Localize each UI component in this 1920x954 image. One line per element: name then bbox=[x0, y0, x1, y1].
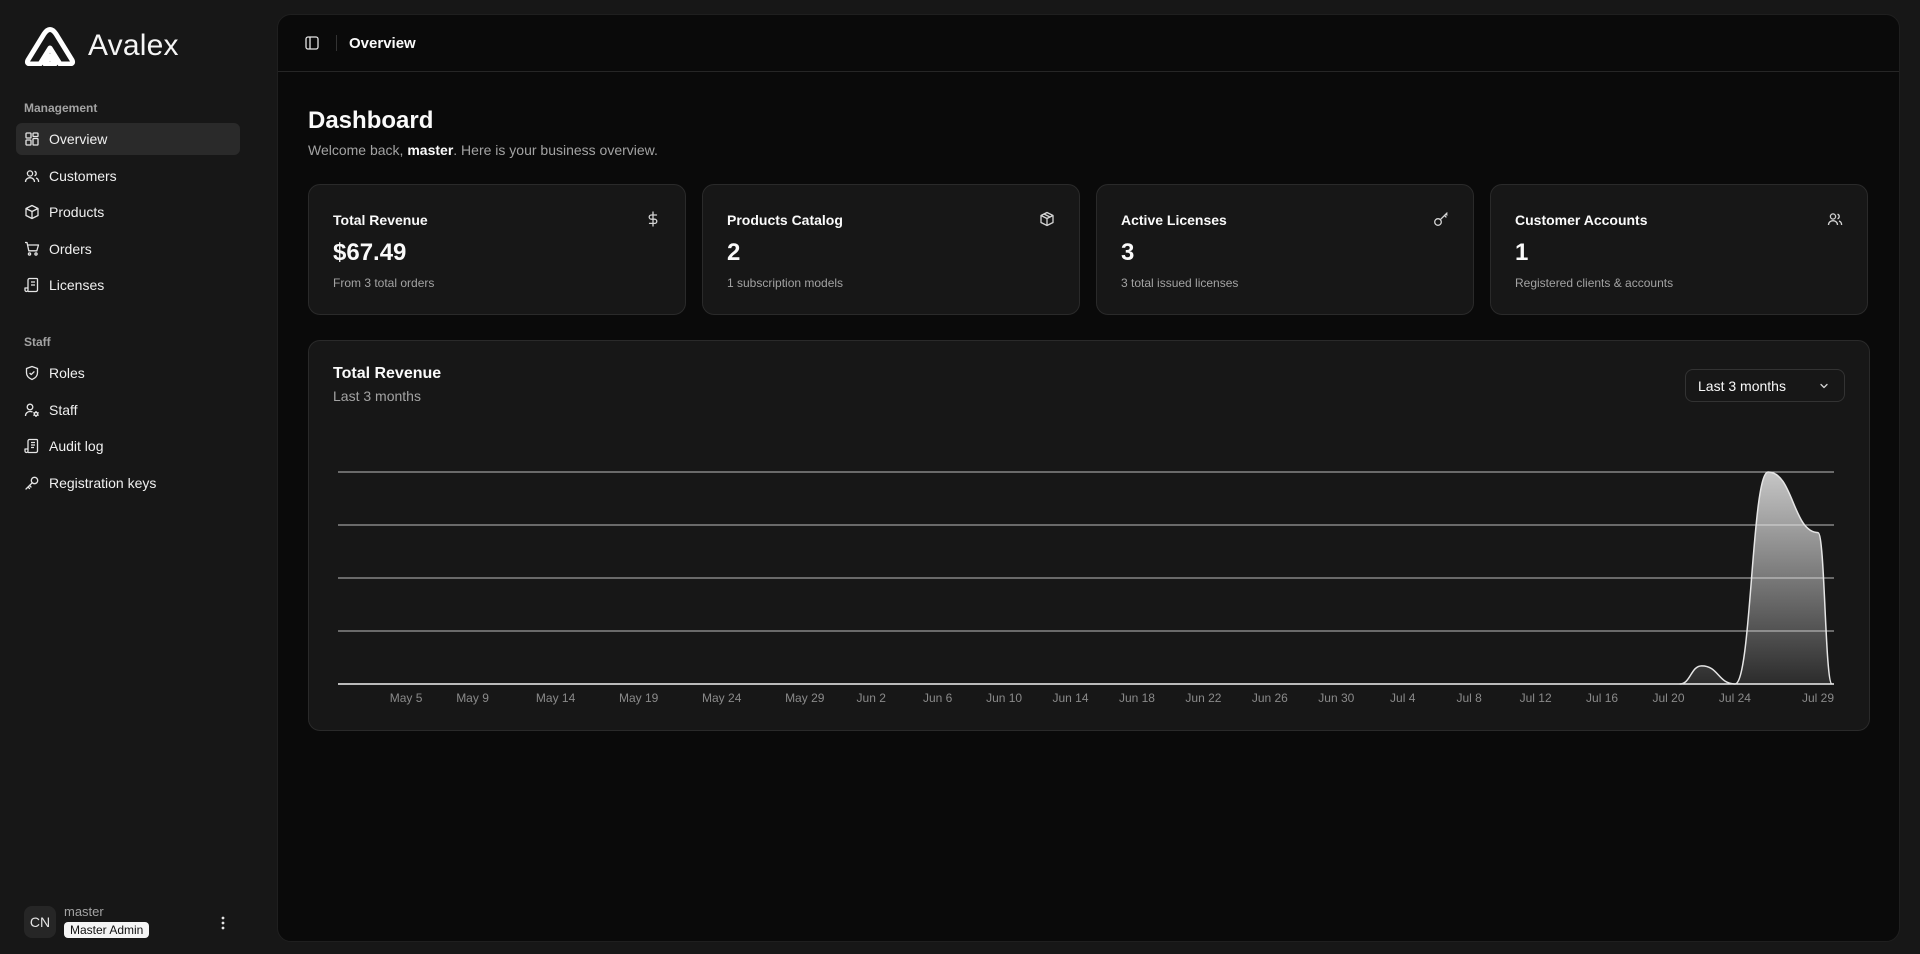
box-icon bbox=[25, 204, 39, 220]
cart-icon bbox=[25, 241, 40, 256]
shield-icon bbox=[25, 365, 39, 381]
topbar: Overview bbox=[278, 15, 1899, 72]
x-tick-label: May 29 bbox=[785, 691, 825, 705]
card-value: $67.49 bbox=[333, 239, 407, 266]
x-tick-label: May 5 bbox=[390, 691, 423, 705]
welcome-user: master bbox=[407, 142, 454, 158]
sidebar-item-label: Overview bbox=[49, 131, 108, 147]
stat-card-total-revenue: Total Revenue $67.49 From 3 total orders bbox=[308, 184, 686, 315]
x-tick-label: May 24 bbox=[702, 691, 742, 705]
sidebar: Avalex Management Overview Customers Pro… bbox=[0, 0, 276, 954]
grid-icon bbox=[25, 132, 39, 146]
x-tick-label: Jun 14 bbox=[1053, 691, 1089, 705]
sidebar-item-label: Orders bbox=[49, 240, 92, 257]
revenue-area-chart: May 5 May 9 May 14 May 19 May 24 May 29 Jun 2 J… bbox=[338, 471, 1834, 705]
sidebar-item-label: Customers bbox=[49, 167, 117, 184]
key-icon bbox=[1434, 212, 1448, 226]
brand[interactable]: Avalex bbox=[24, 26, 179, 66]
x-tick-label: Jun 6 bbox=[923, 691, 953, 705]
scroll-text-icon bbox=[24, 438, 39, 454]
sidebar-item-label: Licenses bbox=[49, 277, 105, 293]
key-icon bbox=[25, 476, 39, 490]
card-value: 3 bbox=[1121, 239, 1135, 266]
x-tick-label: Jul 12 bbox=[1520, 691, 1552, 705]
user-name: master bbox=[64, 904, 104, 919]
package-icon bbox=[1040, 211, 1054, 227]
card-subtext: 1 subscription models bbox=[727, 276, 844, 290]
sidebar-item-registration-keys[interactable]: Registration keys bbox=[16, 467, 240, 499]
x-tick-label: Jun 2 bbox=[857, 691, 887, 705]
revenue-chart-card: Total Revenue Last 3 months Last 3 month… bbox=[308, 340, 1870, 731]
user-profile[interactable]: CN master Master Admin bbox=[24, 904, 150, 939]
topbar-divider bbox=[336, 35, 337, 51]
sidebar-item-label: Registration keys bbox=[49, 474, 157, 491]
avalex-logo-icon bbox=[24, 27, 76, 66]
role-badge: Master Admin bbox=[64, 922, 150, 938]
nav-group-label-management: Management bbox=[24, 101, 98, 115]
dashboard-heading: Dashboard bbox=[308, 107, 434, 134]
x-tick-label: Jul 16 bbox=[1586, 691, 1618, 705]
sidebar-item-label: Products bbox=[49, 204, 105, 220]
sidebar-toggle-button[interactable] bbox=[302, 33, 322, 53]
x-tick-label: Jul 8 bbox=[1456, 691, 1482, 705]
card-value: 1 bbox=[1515, 239, 1529, 266]
x-tick-label: May 9 bbox=[456, 691, 489, 705]
avatar: CN bbox=[24, 905, 56, 938]
card-subtext: Registered clients & accounts bbox=[1515, 276, 1674, 290]
stats-cards: Total Revenue $67.49 From 3 total orders… bbox=[308, 184, 1868, 315]
sidebar-item-products[interactable]: Products bbox=[16, 196, 240, 228]
sidebar-item-overview[interactable]: Overview bbox=[16, 123, 240, 155]
stat-card-customer-accounts: Customer Accounts 1 Registered clients &… bbox=[1490, 184, 1868, 315]
sidebar-item-licenses[interactable]: Licenses bbox=[16, 269, 240, 301]
sidebar-item-customers[interactable]: Customers bbox=[16, 160, 240, 192]
welcome-prefix: Welcome back, bbox=[308, 142, 408, 158]
sidebar-item-label: Audit log bbox=[49, 438, 104, 454]
x-tick-label: May 14 bbox=[536, 691, 576, 705]
welcome-text: Welcome back, master. Here is your busin… bbox=[308, 142, 658, 158]
stat-card-products-catalog: Products Catalog 2 1 subscription models bbox=[702, 184, 1080, 315]
card-title: Products Catalog bbox=[727, 212, 843, 228]
x-tick-label: Jun 10 bbox=[986, 691, 1022, 705]
nav-list-management: Overview Customers Products Orders Licen… bbox=[16, 123, 240, 306]
card-subtext: From 3 total orders bbox=[333, 276, 435, 290]
x-tick-label: Jun 30 bbox=[1318, 691, 1354, 705]
sidebar-item-label: Roles bbox=[49, 365, 85, 381]
nav-group-label-staff: Staff bbox=[24, 335, 51, 349]
x-tick-label: Jul 24 bbox=[1719, 691, 1751, 705]
main-panel: Overview Dashboard Welcome back, master.… bbox=[277, 14, 1900, 942]
user-menu-button[interactable] bbox=[212, 912, 234, 934]
users-icon bbox=[24, 169, 40, 182]
nav-list-staff: Roles Staff Audit log Registration keys bbox=[16, 357, 240, 503]
brand-name: Avalex bbox=[88, 29, 179, 62]
card-title: Active Licenses bbox=[1121, 212, 1227, 228]
x-tick-label: May 19 bbox=[619, 691, 659, 705]
sidebar-item-label: Staff bbox=[49, 401, 78, 418]
sidebar-item-roles[interactable]: Roles bbox=[16, 357, 240, 389]
dollar-icon bbox=[648, 211, 658, 227]
welcome-suffix: . Here is your business overview. bbox=[453, 142, 658, 158]
x-tick-label: Jul 4 bbox=[1390, 691, 1416, 705]
x-tick-label: Jun 26 bbox=[1252, 691, 1288, 705]
sidebar-item-audit-log[interactable]: Audit log bbox=[16, 430, 240, 462]
users-icon bbox=[1827, 213, 1843, 226]
card-value: 2 bbox=[727, 239, 741, 266]
card-title: Customer Accounts bbox=[1515, 212, 1648, 228]
x-tick-label: Jun 22 bbox=[1185, 691, 1221, 705]
x-tick-label: Jun 18 bbox=[1119, 691, 1155, 705]
sidebar-item-orders[interactable]: Orders bbox=[16, 233, 240, 265]
x-tick-label: Jul 20 bbox=[1652, 691, 1684, 705]
sidebar-item-staff[interactable]: Staff bbox=[16, 394, 240, 426]
scroll-icon bbox=[24, 277, 39, 293]
panel-left-icon bbox=[305, 36, 319, 50]
more-vertical-icon bbox=[221, 916, 225, 930]
card-subtext: 3 total issued licenses bbox=[1121, 276, 1239, 290]
stat-card-active-licenses: Active Licenses 3 3 total issued license… bbox=[1096, 184, 1474, 315]
card-title: Total Revenue bbox=[333, 212, 428, 228]
x-tick-label: Jul 29 bbox=[1802, 691, 1834, 705]
page-title: Overview bbox=[349, 34, 416, 52]
user-cog-icon bbox=[24, 403, 39, 417]
